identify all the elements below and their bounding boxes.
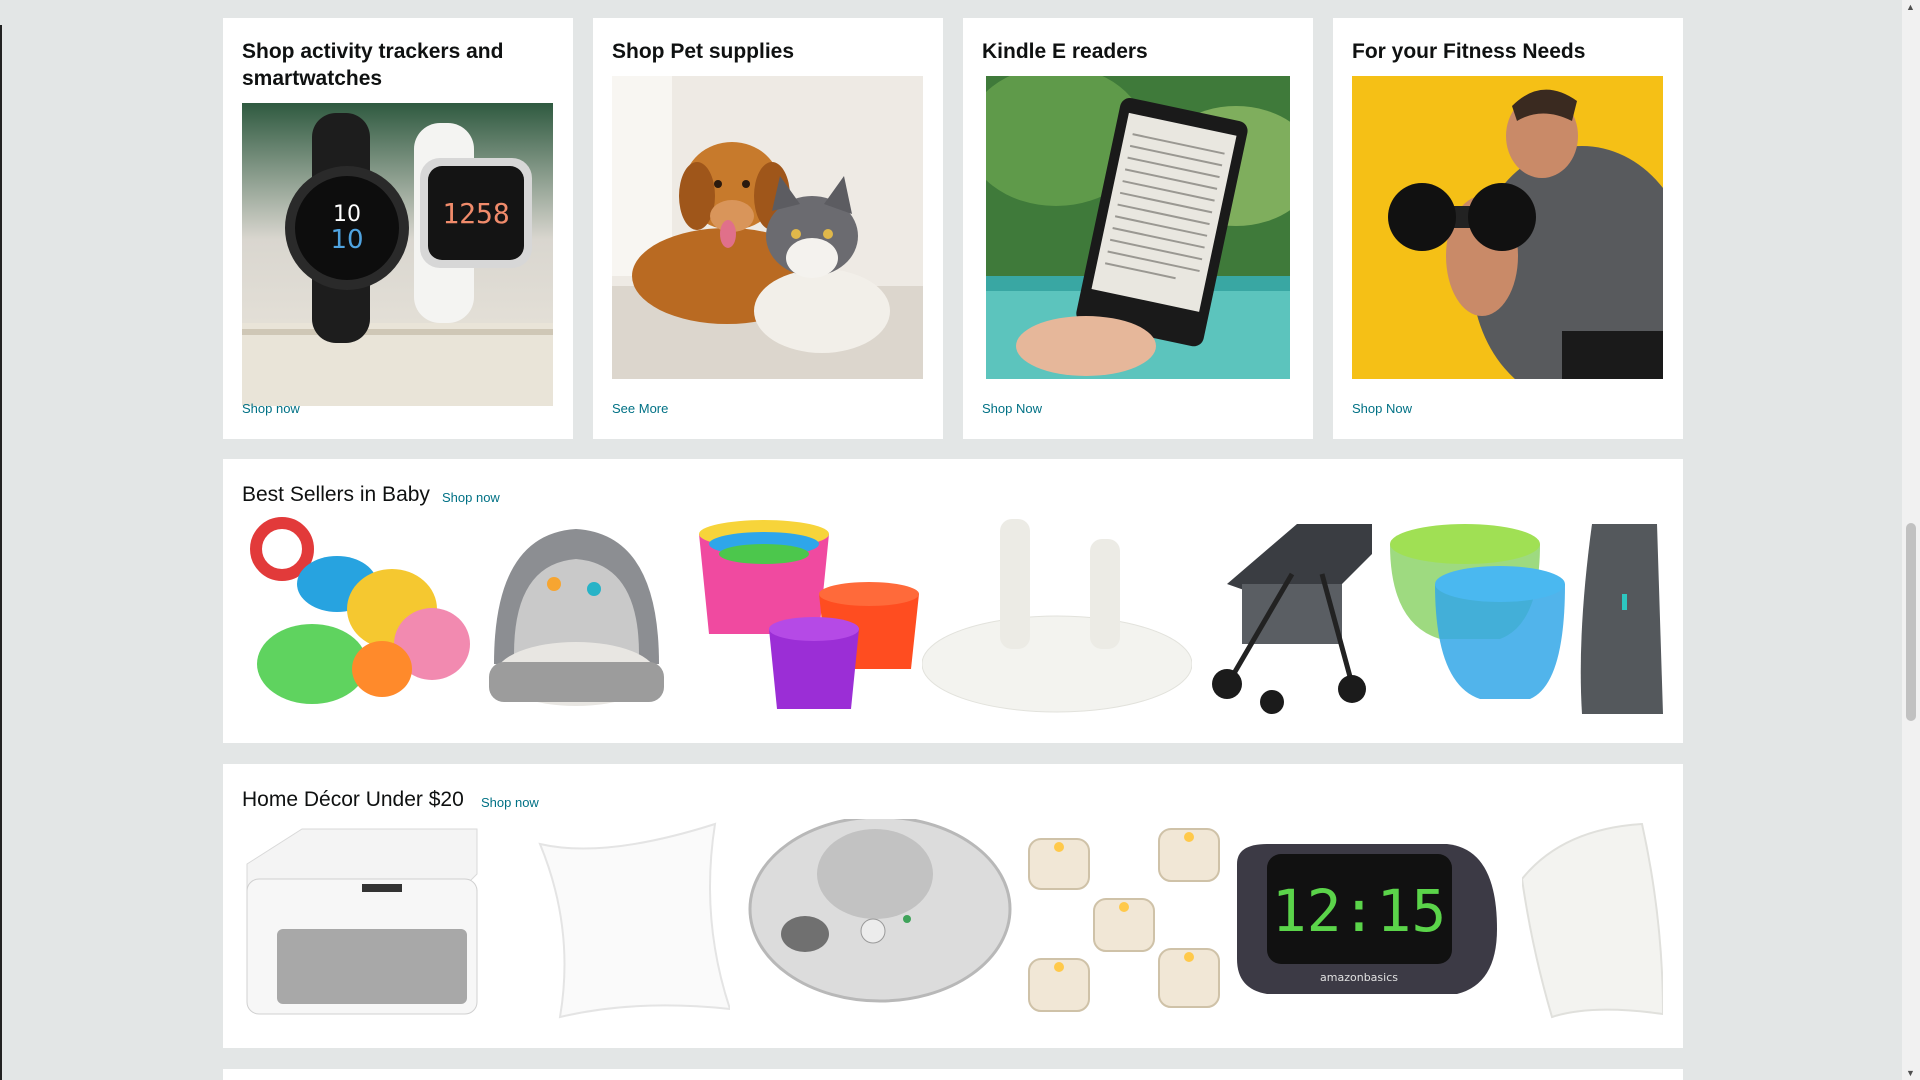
scrollbar-thumb[interactable] <box>1906 523 1916 721</box>
row-title: Home Décor Under $20 <box>242 788 464 811</box>
baby-product-strip <box>242 514 1664 714</box>
next-row-edge <box>223 1069 1683 1080</box>
shop-now-link[interactable]: Shop now <box>481 795 539 810</box>
shop-now-link[interactable]: Shop now <box>442 490 500 505</box>
product-pillow-insert[interactable] <box>1520 819 1664 1019</box>
row-title: Best Sellers in Baby <box>242 483 430 506</box>
card-kindle: Kindle E readers Shop Now <box>963 18 1313 439</box>
scroll-down-icon[interactable]: ▼ <box>1906 1068 1915 1078</box>
product-play-dome[interactable] <box>484 514 669 714</box>
product-snack-catcher[interactable] <box>1380 514 1570 714</box>
svg-text:1258: 1258 <box>442 197 509 230</box>
product-stacking-cups[interactable] <box>679 514 919 714</box>
product-alarm-clock[interactable]: 12:15 amazonbasics <box>1227 819 1502 1019</box>
product-throw-pillow[interactable] <box>485 819 732 1019</box>
pet-image[interactable] <box>612 76 923 379</box>
card-activity-trackers: Shop activity trackers and smartwatches … <box>223 18 573 439</box>
vertical-scrollbar[interactable]: ▲ ▼ <box>1902 0 1920 1080</box>
card-pet-supplies: Shop Pet supplies See More <box>593 18 943 439</box>
product-sound-machine[interactable] <box>745 819 1015 1019</box>
card-title: For your Fitness Needs <box>1352 40 1586 63</box>
product-white-noise-machine[interactable] <box>242 819 480 1019</box>
clock-brand-text: amazonbasics <box>1320 971 1398 984</box>
product-baby-carrier[interactable] <box>1577 514 1663 714</box>
product-tea-lights[interactable] <box>1024 819 1229 1019</box>
product-outlet-covers[interactable] <box>921 514 1193 714</box>
clock-display-text: 12:15 <box>1272 877 1447 945</box>
product-double-stroller[interactable] <box>1202 514 1377 714</box>
card-title: Kindle E readers <box>982 40 1148 63</box>
svg-text:10: 10 <box>330 225 363 255</box>
best-sellers-baby-row: Best Sellers in Baby Shop now <box>223 459 1683 743</box>
smartwatches-image[interactable]: 1258 10 10 <box>242 103 553 406</box>
shop-now-link[interactable]: Shop Now <box>1352 401 1412 416</box>
decor-product-strip: 12:15 amazonbasics <box>242 819 1664 1019</box>
card-title: Shop activity trackers and smartwatches <box>242 40 504 90</box>
home-decor-row: Home Décor Under $20 Shop now 12:15 amaz… <box>223 764 1683 1048</box>
card-fitness: For your Fitness Needs Shop Now <box>1333 18 1683 439</box>
see-more-link[interactable]: See More <box>612 401 668 416</box>
card-title: Shop Pet supplies <box>612 40 795 63</box>
kindle-image[interactable] <box>986 76 1290 379</box>
scroll-up-icon[interactable]: ▲ <box>1906 2 1915 12</box>
shop-now-link[interactable]: Shop Now <box>982 401 1042 416</box>
left-window-edge <box>0 25 2 1080</box>
fitness-image[interactable] <box>1352 76 1663 379</box>
shop-now-link[interactable]: Shop now <box>242 401 300 416</box>
svg-text:10: 10 <box>333 202 361 227</box>
product-teether-keys[interactable] <box>242 514 472 714</box>
